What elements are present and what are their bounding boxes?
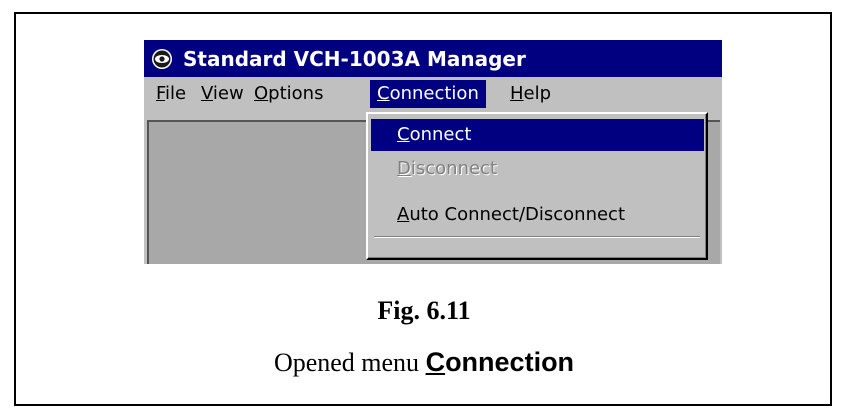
disconnect-mnemonic: D [397,158,411,179]
menu-view-mnemonic: V [201,83,213,104]
connect-label: onnect [409,124,472,145]
caption-menu-name: Connection [426,347,575,377]
menu-item-connect[interactable]: Connect [371,119,704,151]
menu-separator [374,236,700,238]
menu-help[interactable]: Help [503,80,558,108]
figure-caption: Opened menu Connection [0,347,848,378]
menu-connection-label: onnection [389,83,479,104]
menu-help-label: elp [523,83,552,104]
menu-item-disconnect: Disconnect [371,153,704,185]
app-eye-icon [152,48,172,69]
menu-help-mnemonic: H [510,83,524,104]
auto-connect-label: uto Connect/Disconnect [409,204,626,225]
caption-prefix: Opened menu [273,348,420,377]
menu-options-label: ptions [268,83,324,104]
menu-item-auto-connect-disconnect[interactable]: Auto Connect/Disconnect [371,199,704,231]
menu-file[interactable]: File [149,80,193,108]
connect-mnemonic: C [397,124,410,145]
connection-dropdown-menu: Connect Disconnect Auto Connect/Disconne… [366,112,708,260]
menu-file-mnemonic: F [156,83,166,104]
menu-connection[interactable]: Connection [370,80,486,108]
menu-bar: File View Options Connection Help [144,77,722,111]
title-bar: Standard VCH-1003A Manager [144,40,722,77]
window-title: Standard VCH-1003A Manager [183,46,526,71]
auto-connect-mnemonic: A [397,204,410,225]
menu-connection-mnemonic: C [377,83,390,104]
figure-number: Fig. 6.11 [377,296,471,325]
menu-view[interactable]: View [194,80,251,108]
caption-menu-rest: onnection [445,347,575,377]
menu-file-label: ile [165,83,187,104]
app-window: Standard VCH-1003A Manager File View Opt… [144,40,722,264]
menu-options-mnemonic: O [254,83,269,104]
disconnect-label: isconnect [410,158,498,179]
menu-options[interactable]: Options [247,80,330,108]
menu-view-label: iew [212,83,244,104]
caption-menu-mnemonic: C [425,347,446,377]
